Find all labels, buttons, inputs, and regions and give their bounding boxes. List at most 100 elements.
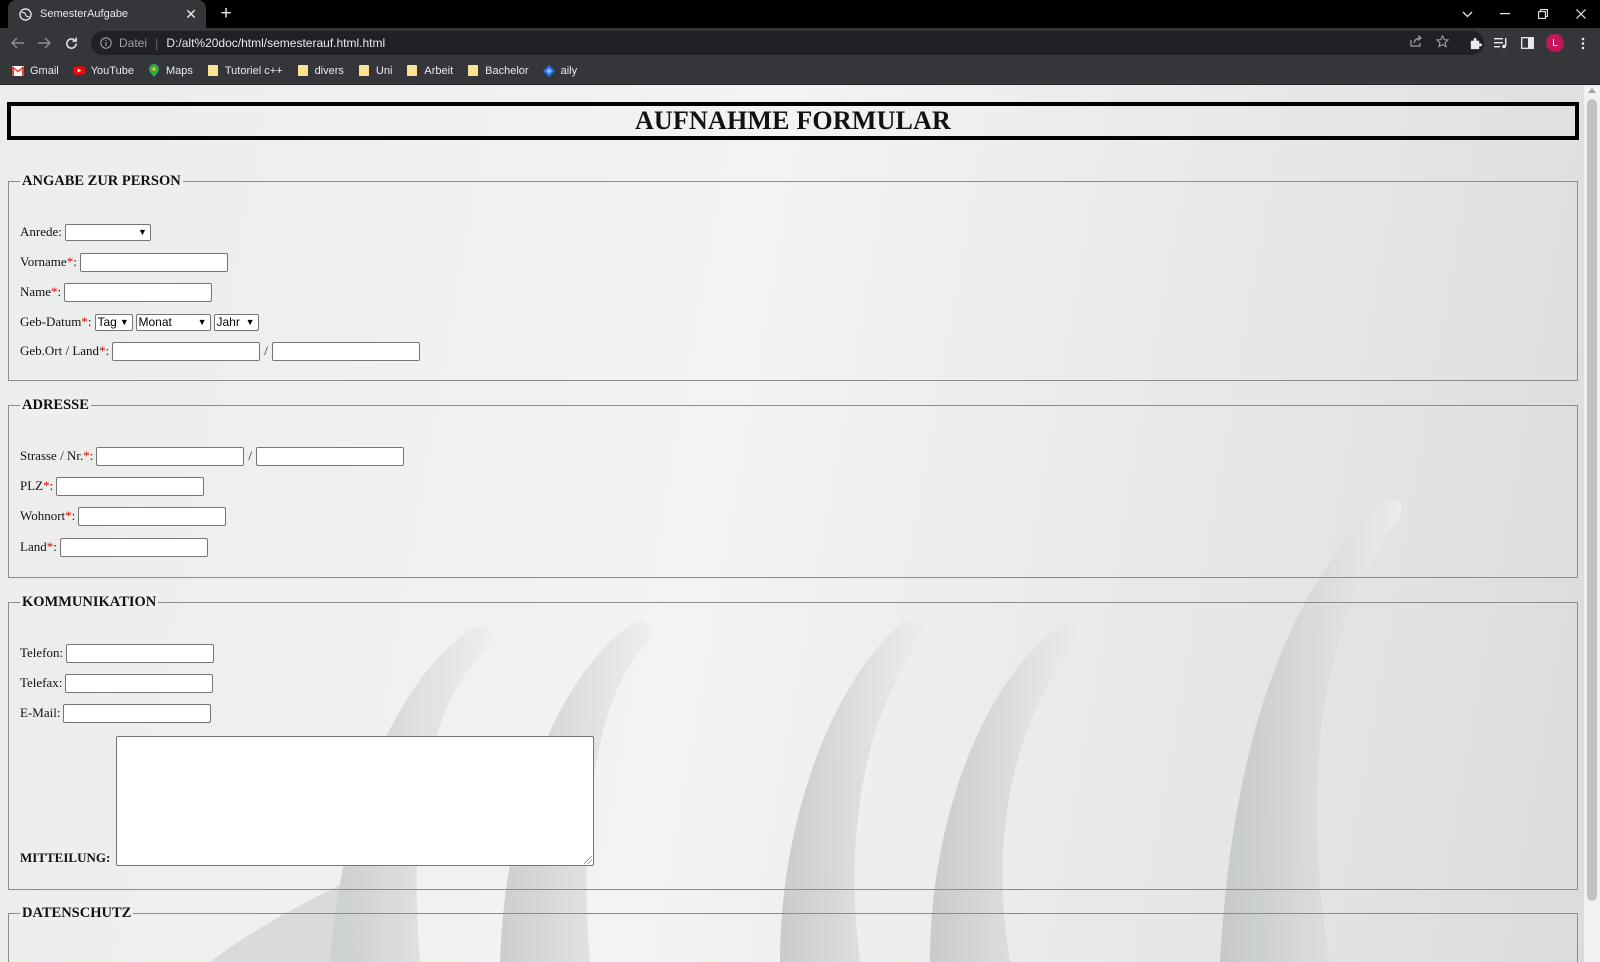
bookmark-label: Tutoriel c++ [224, 64, 283, 77]
tab-title: SemesterAufgabe [40, 8, 129, 20]
select-month[interactable]: Monat ▼ [135, 313, 211, 331]
label-colon: : [87, 314, 92, 329]
bookmark-youtube[interactable]: YouTube [72, 64, 134, 77]
back-arrow-icon[interactable] [8, 34, 28, 52]
page-scrollbar[interactable] [1584, 85, 1600, 962]
input-name[interactable] [64, 282, 213, 302]
input-telefon[interactable] [66, 643, 215, 663]
row-gebort: Geb.Ort / Land *: / [20, 341, 420, 361]
select-anrede[interactable]: ▼ [64, 223, 151, 241]
label-colon: : [105, 343, 110, 358]
bookmark-label: Gmail [30, 64, 59, 77]
label-anrede: Anrede: [20, 224, 62, 239]
new-tab-button[interactable]: + [216, 4, 236, 24]
bookmark-folder-divers[interactable]: divers [297, 65, 344, 77]
bookmark-aily[interactable]: aily [542, 64, 578, 77]
row-gebdatum: Geb-Datum *: Tag ▼ Monat ▼ Jahr ▼ [20, 312, 259, 332]
side-panel-icon[interactable] [1518, 34, 1536, 52]
textarea-message[interactable] [116, 736, 594, 866]
input-vorname[interactable] [79, 252, 228, 272]
bookmark-star-icon[interactable] [1434, 33, 1450, 49]
bookmark-gmail[interactable]: Gmail [12, 65, 59, 77]
form-page: AUFNAHME FORMULAR ANGABE ZUR PERSON Anre… [0, 85, 1584, 962]
bookmark-label: Arbeit [424, 64, 454, 77]
label-gebort: Geb.Ort / Land [20, 343, 100, 358]
label-colon: : [71, 508, 76, 523]
folder-icon [358, 65, 370, 77]
label-strasse: Strasse / Nr. [20, 448, 84, 463]
address-bar[interactable]: Datei | D:/alt%20doc/html/semesterauf.ht… [91, 31, 1484, 55]
close-tab-icon[interactable]: ✕ [184, 6, 198, 22]
select-value: Jahr [216, 315, 240, 329]
row-name: Name *: [20, 282, 213, 302]
scroll-thumb[interactable] [1587, 99, 1597, 901]
page-viewport: AUFNAHME FORMULAR ANGABE ZUR PERSON Anre… [0, 85, 1600, 962]
label-gebdatum: Geb-Datum [20, 314, 82, 329]
youtube-icon [72, 65, 85, 77]
maps-icon [148, 64, 160, 77]
folder-icon [297, 65, 309, 77]
bookmarks-bar: Gmail YouTube Maps Tutoriel c++ divers U… [0, 58, 1600, 84]
chevron-down-icon: ▼ [197, 317, 207, 327]
forward-arrow-icon[interactable] [34, 34, 54, 52]
url-text[interactable]: D:/alt%20doc/html/semesterauf.html.html [166, 36, 385, 50]
media-playlist-icon[interactable] [1492, 34, 1510, 52]
select-year[interactable]: Jahr ▼ [213, 313, 259, 331]
bookmark-maps[interactable]: Maps [148, 64, 193, 77]
input-gebort[interactable] [112, 341, 261, 361]
input-wohnort[interactable] [78, 506, 227, 526]
more-menu-icon[interactable] [1574, 34, 1592, 52]
input-hausnummer[interactable] [255, 446, 404, 466]
gmail-icon [12, 65, 24, 77]
input-land[interactable] [59, 537, 208, 557]
browser-toolbar: Datei | D:/alt%20doc/html/semesterauf.ht… [0, 28, 1600, 58]
row-plz: PLZ *: [20, 476, 205, 496]
input-email[interactable] [63, 703, 212, 723]
scroll-up-arrow-icon[interactable] [1588, 88, 1596, 93]
label-colon: : [89, 448, 94, 463]
input-telefax[interactable] [65, 673, 214, 693]
bookmark-folder-tutoriel[interactable]: Tutoriel c++ [207, 65, 283, 77]
input-plz[interactable] [56, 476, 205, 496]
input-strasse[interactable] [96, 446, 245, 466]
bookmark-folder-arbeit[interactable]: Arbeit [406, 65, 453, 77]
select-value: Monat [138, 315, 172, 329]
row-telefax: Telefax: [20, 673, 214, 693]
bookmark-label: Uni [375, 64, 393, 77]
info-icon[interactable] [99, 36, 113, 50]
bookmark-label: YouTube [90, 64, 134, 77]
browser-tab-active[interactable]: SemesterAufgabe ✕ [8, 0, 206, 28]
page-title: AUFNAHME FORMULAR [634, 106, 952, 135]
folder-icon [406, 65, 418, 77]
resize-grip-icon[interactable] [584, 856, 592, 864]
share-icon[interactable] [1408, 33, 1424, 49]
bookmark-folder-uni[interactable]: Uni [358, 64, 393, 77]
row-strasse: Strasse / Nr. *: / [20, 446, 404, 466]
input-geb-land[interactable] [271, 341, 420, 361]
row-message-label: MITTEILUNG: [20, 848, 110, 868]
row-wohnort: Wohnort *: [20, 506, 227, 526]
select-day[interactable]: Tag ▼ [94, 313, 133, 331]
tab-search-icon[interactable] [1448, 0, 1486, 28]
extensions-icon[interactable] [1466, 34, 1484, 52]
bookmark-label: Bachelor [485, 64, 529, 77]
profile-avatar[interactable]: L [1546, 34, 1564, 52]
label-land: Land [20, 539, 47, 554]
bookmark-label: Maps [165, 64, 193, 77]
tab-strip: SemesterAufgabe ✕ + [0, 0, 1600, 28]
restore-icon[interactable] [1524, 0, 1562, 28]
fieldset-privacy: DATENSCHUTZ [8, 904, 1578, 962]
row-vorname: Vorname *: [20, 252, 228, 272]
reload-icon[interactable] [61, 34, 81, 52]
bookmark-label: aily [560, 64, 578, 77]
minimize-icon[interactable] [1486, 0, 1524, 28]
select-value: Tag [97, 315, 117, 329]
row-anrede: Anrede: ▼ [20, 222, 151, 242]
label-message: MITTEILUNG: [20, 850, 111, 865]
legend-communication: KOMMUNIKATION [20, 593, 159, 611]
bookmark-folder-bachelor[interactable]: Bachelor [467, 64, 529, 77]
aily-icon [542, 64, 555, 77]
label-colon: : [57, 284, 62, 299]
close-window-icon[interactable] [1562, 0, 1600, 28]
bookmark-label: divers [314, 64, 344, 77]
